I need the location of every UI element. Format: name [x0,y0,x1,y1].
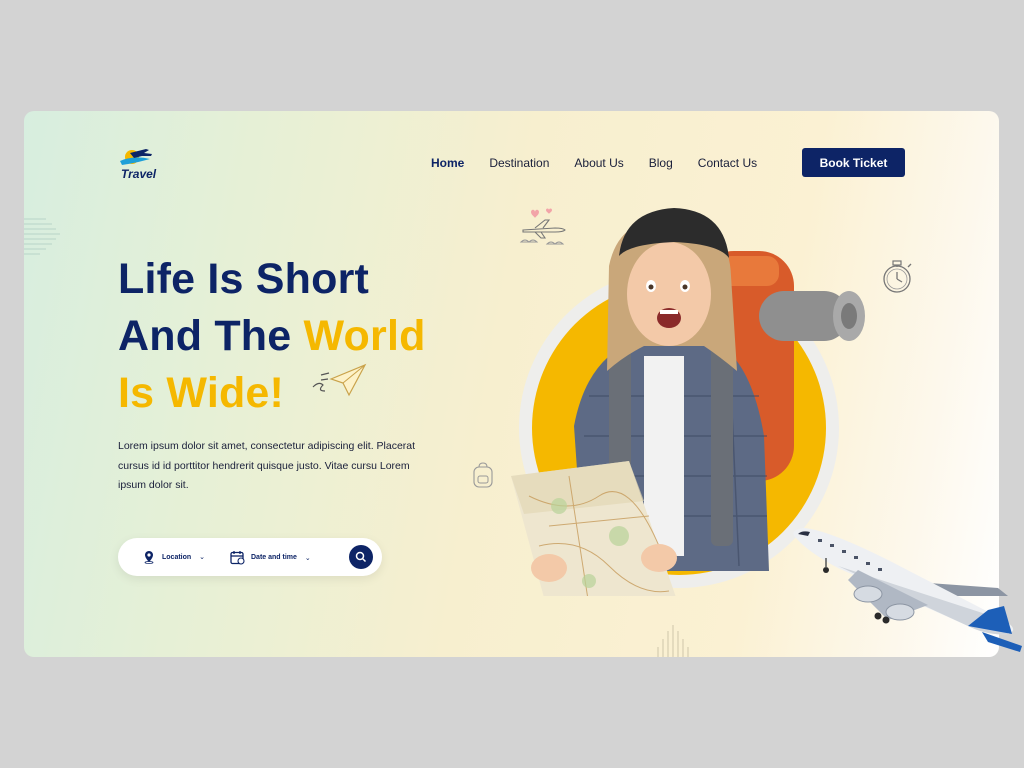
book-ticket-button[interactable]: Book Ticket [802,148,905,177]
nav-destination[interactable]: Destination [489,156,549,170]
location-label: Location [162,553,192,561]
location-field[interactable]: Location ⌄ [142,550,205,564]
chevron-down-icon: ⌄ [199,554,206,561]
nav-home[interactable]: Home [431,156,464,170]
main-nav: Home Destination About Us Blog Contact U… [431,156,782,170]
airplane-image [793,528,1022,652]
decorative-fan-lines-icon [657,625,689,657]
backpack-icon [473,462,493,488]
hero-description: Lorem ipsum dolor sit amet, consectetur … [118,440,416,491]
stopwatch-icon [883,260,912,293]
headline-line-2-start: And The [118,312,304,360]
hero-headline: Life Is Short And The World Is Wide! [118,251,426,422]
headline-line-2: And The World [118,308,426,365]
paper-plane-icon [312,363,367,397]
chevron-down-icon: ⌄ [304,554,311,562]
date-time-field[interactable]: Date and time ⌄ [230,550,311,565]
nav-about-us[interactable]: About Us [574,156,623,170]
search-icon [355,551,367,563]
nav-contact-us[interactable]: Contact Us [698,156,757,170]
search-button[interactable] [349,545,373,569]
calendar-icon [230,551,245,565]
location-pin-icon [144,551,154,564]
nav-blog[interactable]: Blog [649,156,673,170]
airplane-hearts-icon [519,208,566,245]
search-bar: Location ⌄ Date and time ⌄ [118,538,382,576]
date-time-label: Date and time [251,554,297,561]
headline-highlight-world: World [303,312,426,360]
decorative-lines-icon [24,218,60,255]
headline-line-3: Is Wide! [118,369,285,417]
logo-text: Travel [121,167,157,181]
headline-line-1: Life Is Short [118,255,370,303]
